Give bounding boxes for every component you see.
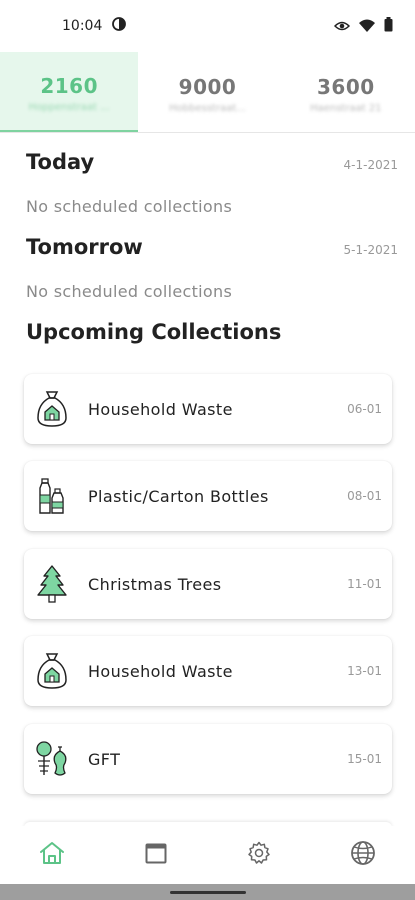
gesture-handle[interactable] bbox=[170, 891, 246, 894]
christmas-tree-icon bbox=[34, 564, 70, 604]
address-tab-street: Hobbesstraat... bbox=[169, 102, 246, 114]
address-tab-1[interactable]: 2160 Hoppenstraat ... bbox=[0, 52, 139, 132]
collection-date: 15-01 bbox=[347, 752, 382, 766]
collection-card[interactable]: Household Waste 06-01 bbox=[24, 374, 392, 444]
status-bar: 10:04 bbox=[0, 0, 415, 52]
collection-label: Plastic/Carton Bottles bbox=[88, 486, 269, 506]
address-tab-street: Haenstraat 21 bbox=[310, 102, 382, 114]
address-tab-street: Hoppenstraat ... bbox=[28, 101, 110, 113]
today-header: Today 4-1-2021 bbox=[26, 150, 398, 174]
address-tab-number: 2160 bbox=[40, 73, 98, 98]
tomorrow-date: 5-1-2021 bbox=[343, 243, 398, 257]
collection-date: 11-01 bbox=[347, 577, 382, 591]
address-tab-2[interactable]: 9000 Hobbesstraat... bbox=[138, 52, 276, 132]
today-empty-text: No scheduled collections bbox=[26, 197, 233, 216]
gft-compost-icon bbox=[34, 739, 70, 779]
collection-label: Household Waste bbox=[88, 661, 233, 681]
eye-icon bbox=[333, 17, 351, 36]
tomorrow-empty-text: No scheduled collections bbox=[26, 282, 233, 301]
nav-settings[interactable] bbox=[208, 826, 312, 884]
sync-icon bbox=[112, 17, 127, 35]
collection-card[interactable]: GFT 15-01 bbox=[24, 724, 392, 794]
collection-label: Household Waste bbox=[88, 399, 233, 419]
status-left: 10:04 bbox=[62, 17, 127, 35]
collection-date: 06-01 bbox=[347, 402, 382, 416]
bottles-icon bbox=[34, 476, 70, 516]
bottom-nav bbox=[0, 826, 415, 884]
household-waste-bag-icon bbox=[34, 651, 70, 691]
status-time: 10:04 bbox=[62, 18, 103, 34]
today-date: 4-1-2021 bbox=[343, 158, 398, 172]
status-right bbox=[333, 16, 393, 36]
wifi-icon bbox=[359, 17, 375, 36]
household-waste-bag-icon bbox=[34, 389, 70, 429]
address-tab-number: 9000 bbox=[178, 74, 237, 99]
collection-card[interactable]: Household Waste 13-01 bbox=[24, 636, 392, 706]
globe-icon bbox=[350, 840, 376, 870]
calendar-icon bbox=[145, 842, 167, 868]
collection-date: 13-01 bbox=[347, 664, 382, 678]
collection-label: Christmas Trees bbox=[88, 574, 222, 594]
nav-calendar[interactable] bbox=[104, 826, 208, 884]
battery-icon bbox=[384, 16, 393, 36]
address-tab-number: 3600 bbox=[316, 74, 375, 99]
tomorrow-header: Tomorrow 5-1-2021 bbox=[26, 235, 398, 259]
nav-language[interactable] bbox=[311, 826, 415, 884]
collection-date: 08-01 bbox=[347, 489, 382, 503]
address-tabs: 2160 Hoppenstraat ... 9000 Hobbesstraat.… bbox=[0, 52, 415, 133]
tomorrow-title: Tomorrow bbox=[26, 235, 143, 259]
today-title: Today bbox=[26, 150, 95, 174]
app-screen: 10:04 2160 Hoppenstraat ... 9000 Hobbess… bbox=[0, 0, 415, 900]
home-icon bbox=[39, 841, 65, 869]
collection-card[interactable]: Christmas Trees 11-01 bbox=[24, 549, 392, 619]
system-navigation-bar bbox=[0, 884, 415, 900]
collection-card[interactable]: Plastic/Carton Bottles 08-01 bbox=[24, 461, 392, 531]
settings-gear-icon bbox=[247, 841, 271, 869]
upcoming-title: Upcoming Collections bbox=[26, 320, 282, 344]
address-tab-3[interactable]: 3600 Haenstraat 21 bbox=[277, 52, 415, 132]
nav-home[interactable] bbox=[0, 826, 104, 884]
collection-label: GFT bbox=[88, 749, 121, 769]
